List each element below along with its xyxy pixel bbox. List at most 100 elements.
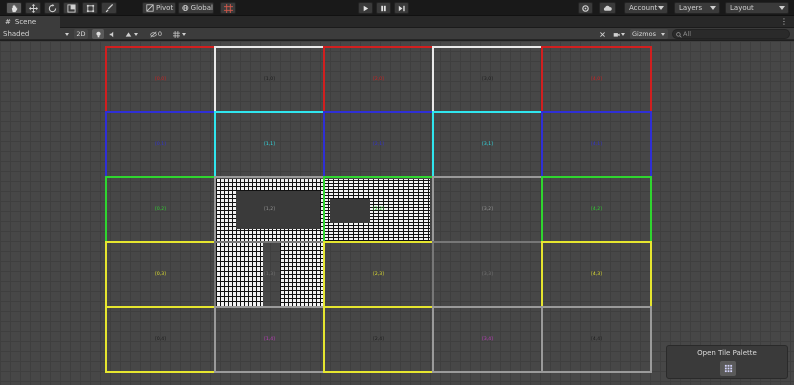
chunk-cell: [2,0] bbox=[323, 46, 434, 113]
camera-icon bbox=[613, 32, 620, 37]
cloud-icon bbox=[603, 5, 612, 11]
brush-icon bbox=[105, 3, 113, 12]
chunk-cell-label: [3,1] bbox=[482, 142, 493, 147]
scene-tab-label: Scene bbox=[14, 18, 37, 26]
chunk-cell-label: [4,1] bbox=[591, 142, 602, 147]
open-tile-palette-button[interactable] bbox=[720, 361, 736, 376]
tab-scene[interactable]: # Scene bbox=[0, 16, 60, 28]
hand-icon bbox=[11, 4, 17, 12]
chunk-cell: [2,2] bbox=[323, 176, 434, 243]
scene-search-input[interactable]: All bbox=[672, 29, 790, 39]
chunk-cell: [2,3] bbox=[323, 241, 434, 308]
chevron-down-icon bbox=[65, 33, 69, 36]
chevron-down-icon bbox=[181, 32, 186, 36]
chunk-cell: [4,2] bbox=[541, 176, 652, 243]
scene-viewport[interactable]: [0,0] [1,0] [2,0] [3,0] [4,0] [0,1] [1,1] [2,1]… bbox=[0, 41, 794, 385]
rect-tool-button[interactable] bbox=[82, 2, 98, 14]
audio-toggle[interactable] bbox=[106, 29, 118, 39]
lighting-toggle[interactable] bbox=[92, 29, 104, 39]
transform-tool-button[interactable] bbox=[101, 2, 117, 14]
step-button[interactable] bbox=[394, 2, 409, 14]
main-toolbar: Pivot Global Account Layers Layout bbox=[0, 0, 794, 16]
shading-mode-label: Shaded bbox=[3, 30, 30, 38]
layers-dropdown[interactable]: Layers bbox=[674, 2, 720, 14]
chunk-cell-label: [2,4] bbox=[373, 337, 384, 342]
hand-tool-button[interactable] bbox=[6, 2, 22, 14]
chunk-cell: [1,0] bbox=[214, 46, 325, 113]
scene-grid-icon: # bbox=[5, 18, 11, 26]
play-button[interactable] bbox=[358, 2, 373, 14]
step-icon bbox=[398, 5, 405, 11]
hidden-count: 0 bbox=[157, 30, 163, 38]
shading-mode-dropdown[interactable]: Shaded bbox=[3, 29, 71, 39]
pivot-toggle[interactable]: Pivot bbox=[142, 2, 176, 14]
account-dropdown[interactable]: Account bbox=[624, 2, 668, 14]
chunk-cell-label: [1,0] bbox=[264, 77, 275, 82]
layers-label: Layers bbox=[679, 4, 703, 12]
effects-dropdown[interactable] bbox=[121, 29, 141, 39]
chunk-cell-label: [4,3] bbox=[591, 272, 602, 277]
chevron-down-icon bbox=[658, 6, 664, 10]
chunk-cell: [1,4] bbox=[214, 306, 325, 373]
scale-tool-button[interactable] bbox=[63, 2, 79, 14]
pivot-icon bbox=[146, 4, 154, 12]
chunk-cell-label: [3,2] bbox=[482, 207, 493, 212]
globe-icon bbox=[182, 5, 189, 11]
more-options-icon[interactable]: ⋮ bbox=[780, 17, 788, 26]
chevron-down-icon bbox=[710, 6, 716, 10]
gear-icon bbox=[582, 4, 589, 12]
global-label: Global bbox=[190, 4, 213, 12]
chunk-cell-label: [4,0] bbox=[591, 77, 602, 82]
chunk-cell: [0,1] bbox=[105, 111, 216, 178]
account-label: Account bbox=[629, 4, 658, 12]
layout-label: Layout bbox=[730, 4, 754, 12]
wrench-icon bbox=[599, 31, 605, 37]
tile-palette-title: Open Tile Palette bbox=[697, 349, 757, 357]
chunk-cell: [4,4] bbox=[541, 306, 652, 373]
mode-2d-label: 2D bbox=[76, 30, 86, 38]
chunk-cell: [3,1] bbox=[432, 111, 543, 178]
chevron-down-icon bbox=[661, 32, 665, 36]
cloud-button[interactable] bbox=[599, 2, 616, 14]
chunk-cell: [4,0] bbox=[541, 46, 652, 113]
chunk-cell: [0,0] bbox=[105, 46, 216, 113]
lightbulb-icon bbox=[95, 31, 101, 37]
scene-tab-bar: # Scene ⋮ bbox=[0, 16, 794, 28]
mode-2d-toggle[interactable]: 2D bbox=[74, 29, 88, 39]
tools-button[interactable] bbox=[596, 29, 608, 39]
move-tool-button[interactable] bbox=[25, 2, 41, 14]
chunk-cell: [1,1] bbox=[214, 111, 325, 178]
search-icon bbox=[676, 32, 682, 38]
rotate-icon bbox=[48, 3, 56, 12]
grid-dropdown[interactable] bbox=[169, 29, 189, 39]
camera-dropdown[interactable] bbox=[610, 29, 628, 39]
scale-icon bbox=[66, 3, 76, 13]
pause-button[interactable] bbox=[376, 2, 391, 14]
chunk-cell: [1,3] bbox=[214, 241, 325, 308]
rect-transform-icon bbox=[86, 4, 94, 12]
hidden-objects-toggle[interactable]: 0 bbox=[146, 29, 166, 39]
layout-dropdown[interactable]: Layout bbox=[725, 2, 789, 14]
chunk-cell-label: [4,2] bbox=[591, 207, 602, 212]
move-icon bbox=[28, 3, 38, 13]
collab-button[interactable] bbox=[578, 2, 593, 14]
chunk-cell-label: [1,4] bbox=[264, 337, 275, 342]
chunk-cell-label: [1,2] bbox=[264, 207, 275, 212]
chunk-cell-label: [3,0] bbox=[482, 77, 493, 82]
chunk-cell: [3,0] bbox=[432, 46, 543, 113]
chunk-cell-label: [0,3] bbox=[155, 272, 166, 277]
grid-snap-button[interactable] bbox=[220, 2, 236, 14]
grid-snap-icon bbox=[223, 3, 233, 13]
pause-icon bbox=[381, 5, 386, 11]
gizmos-dropdown[interactable]: Gizmos bbox=[630, 29, 668, 39]
chunk-cell-label: [2,3] bbox=[373, 272, 384, 277]
chunk-cell-label: [2,2] bbox=[373, 207, 384, 212]
chunk-cell-label: [3,4] bbox=[482, 337, 493, 342]
chunk-cell: [3,4] bbox=[432, 306, 543, 373]
scene-view-toolbar: Shaded 2D 0 Gizmos All bbox=[0, 28, 794, 40]
pivot-label: Pivot bbox=[156, 4, 174, 12]
rotate-tool-button[interactable] bbox=[44, 2, 60, 14]
chunk-cell: [0,4] bbox=[105, 306, 216, 373]
chunk-cell-label: [2,1] bbox=[373, 142, 384, 147]
global-toggle[interactable]: Global bbox=[178, 2, 214, 14]
